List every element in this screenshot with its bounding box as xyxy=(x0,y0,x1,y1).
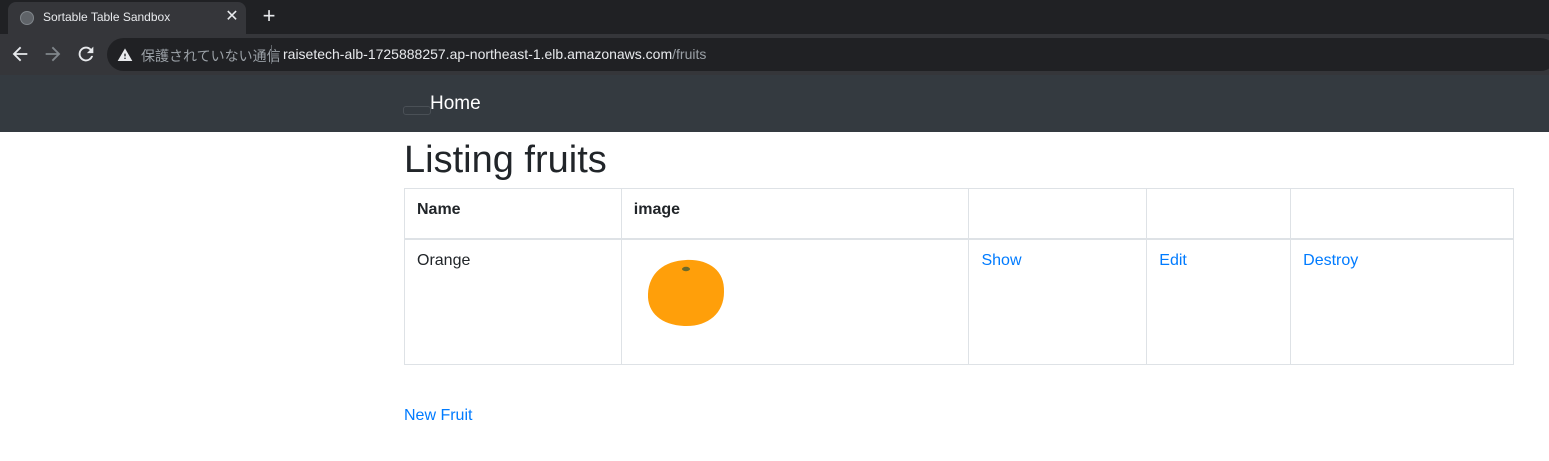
forward-button[interactable] xyxy=(42,43,64,65)
edit-cell: Edit xyxy=(1146,238,1292,365)
arrow-left-icon xyxy=(12,46,28,62)
header-show xyxy=(968,188,1148,240)
warning-icon[interactable] xyxy=(117,47,133,63)
browser-tab-strip: Sortable Table Sandbox ✕ + xyxy=(0,0,1549,34)
url-host: raisetech-alb-1725888257.ap-northeast-1.… xyxy=(283,46,673,62)
browser-toolbar: 保護されていない通信 raisetech-alb-1725888257.ap-n… xyxy=(0,34,1549,75)
orange-image xyxy=(647,259,724,326)
destroy-cell: Destroy xyxy=(1290,238,1514,365)
edit-link[interactable]: Edit xyxy=(1159,252,1187,269)
arrow-right-icon xyxy=(45,46,61,62)
reload-button[interactable] xyxy=(75,43,97,65)
url-text[interactable]: raisetech-alb-1725888257.ap-northeast-1.… xyxy=(283,46,706,62)
reload-icon xyxy=(78,46,94,62)
address-bar[interactable]: 保護されていない通信 raisetech-alb-1725888257.ap-n… xyxy=(107,38,1549,71)
url-path: /fruits xyxy=(672,46,707,62)
show-link[interactable]: Show xyxy=(981,252,1021,269)
tab-title: Sortable Table Sandbox xyxy=(43,10,171,24)
header-destroy xyxy=(1290,188,1514,240)
close-icon[interactable]: ✕ xyxy=(224,8,240,26)
page-title: Listing fruits xyxy=(404,139,607,181)
fruit-image-cell xyxy=(620,238,970,365)
new-tab-button[interactable]: + xyxy=(258,4,280,28)
new-fruit-link[interactable]: New Fruit xyxy=(404,407,472,425)
header-name: Name xyxy=(404,188,622,240)
globe-icon xyxy=(20,11,34,25)
home-link[interactable]: Home xyxy=(430,93,481,115)
table-header-row: Name image xyxy=(404,188,1514,240)
site-navbar: Home xyxy=(0,75,1549,132)
back-button[interactable] xyxy=(9,43,31,65)
security-status[interactable]: 保護されていない通信 xyxy=(141,46,281,66)
browser-tab[interactable]: Sortable Table Sandbox ✕ xyxy=(8,2,246,34)
navbar-toggler[interactable] xyxy=(403,106,431,115)
fruits-table: Name image Orange Show Edit Destroy xyxy=(404,188,1514,365)
header-edit xyxy=(1146,188,1292,240)
destroy-link[interactable]: Destroy xyxy=(1303,252,1358,269)
show-cell: Show xyxy=(968,238,1148,365)
header-image: image xyxy=(620,188,970,240)
url-divider xyxy=(271,45,272,64)
table-row: Orange Show Edit Destroy xyxy=(404,238,1514,365)
fruit-name: Orange xyxy=(404,238,622,365)
